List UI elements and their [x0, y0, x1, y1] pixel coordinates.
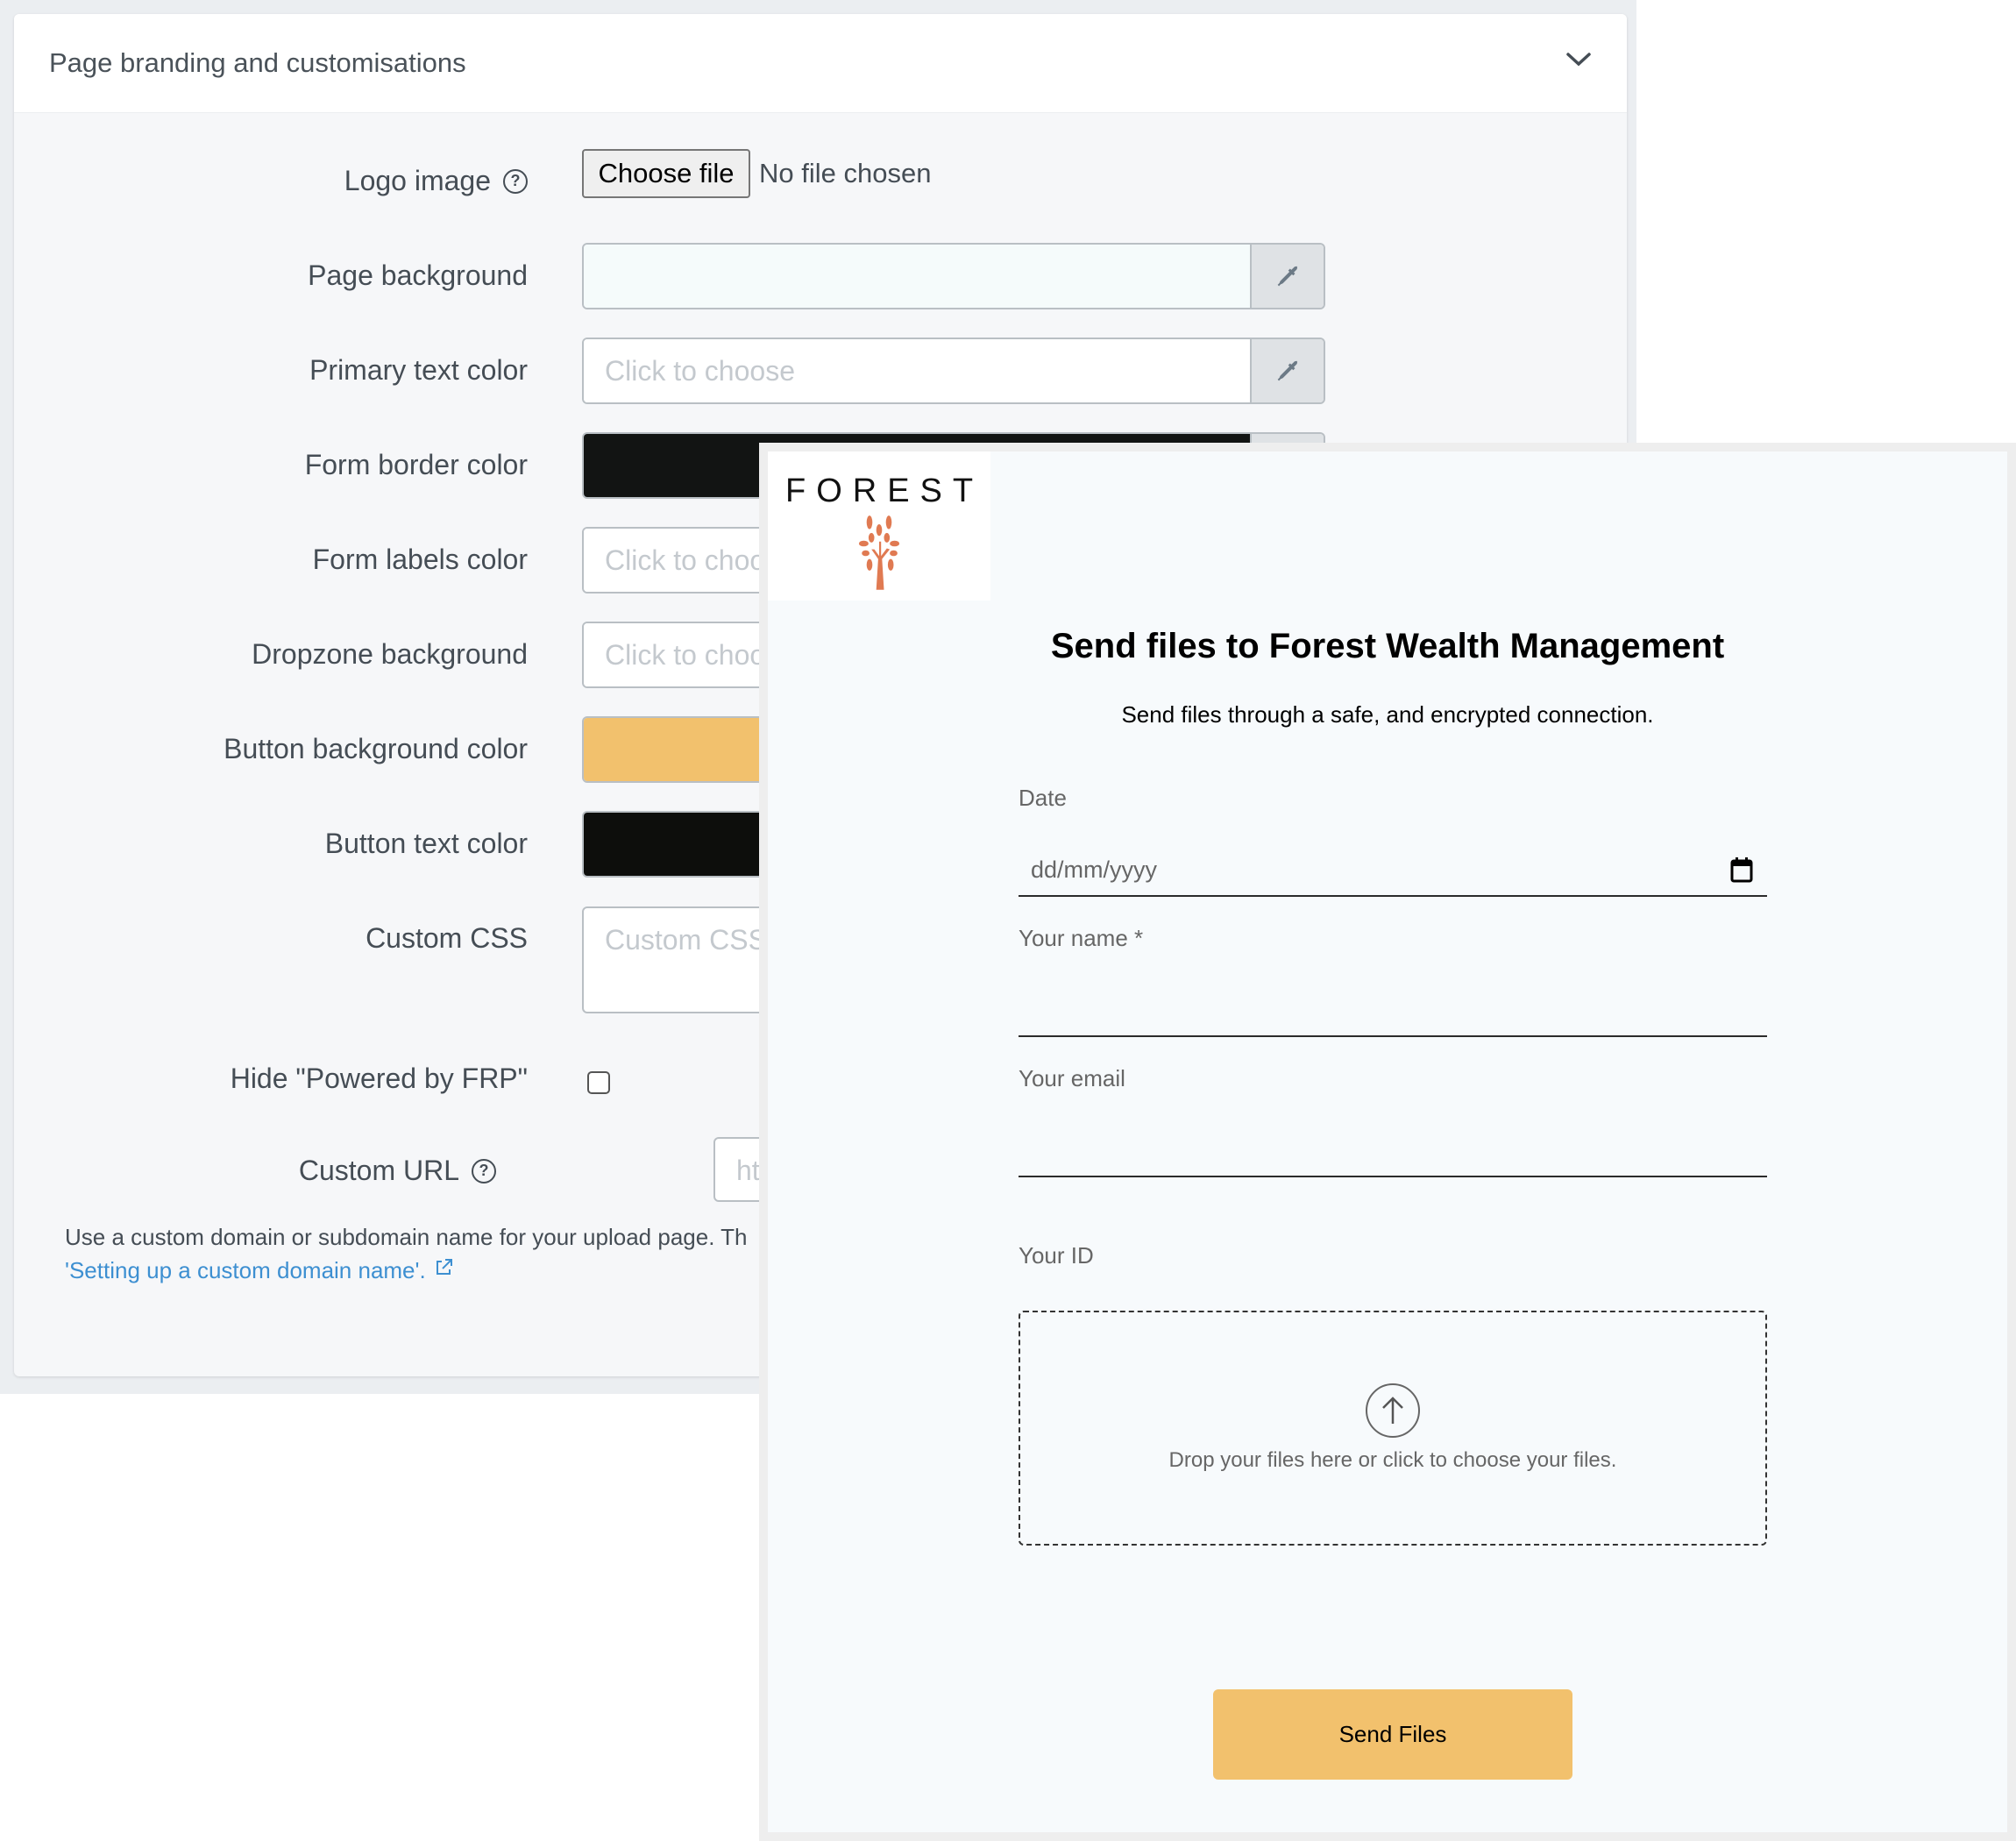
dropzone-background-label: Dropzone background — [252, 638, 528, 670]
logo-image-label-text: Logo image — [344, 165, 491, 196]
date-input-underline — [1019, 895, 1767, 897]
form-labels-color-label: Form labels color — [312, 544, 528, 575]
custom-url-label: Custom URL ? — [299, 1155, 496, 1187]
dropzone-text: Drop your files here or click to choose … — [1168, 1448, 1617, 1472]
date-label: Date — [1019, 785, 1067, 811]
hide-powered-label: Hide "Powered by FRP" — [230, 1063, 528, 1094]
page-background-field[interactable] — [584, 245, 1250, 308]
help-text-line: Use a custom domain or subdomain name fo… — [65, 1224, 748, 1250]
file-status: No file chosen — [759, 158, 932, 188]
panel-header[interactable]: Page branding and customisations — [14, 14, 1627, 113]
preview-title: Send files to Forest Wealth Management — [1050, 627, 1725, 665]
custom-domain-link[interactable]: 'Setting up a custom domain name'. — [65, 1257, 426, 1283]
preview-subtitle: Send files through a safe, and encrypted… — [1121, 701, 1654, 728]
primary-text-color-label: Primary text color — [309, 354, 528, 386]
help-link-line[interactable]: 'Setting up a custom domain name'. — [65, 1254, 748, 1287]
custom-css-label: Custom CSS — [366, 922, 528, 954]
page-background-label: Page background — [308, 259, 528, 291]
eyedropper-icon — [1277, 265, 1298, 287]
help-icon[interactable]: ? — [503, 168, 528, 194]
logo-wordmark: FOREST — [785, 473, 984, 509]
email-input-underline[interactable] — [1019, 1176, 1767, 1177]
upload-page-preview: FOREST Send files to Forest Wealth Manag… — [759, 443, 2016, 1841]
section-title: Page branding and customisations — [49, 47, 466, 78]
name-input-underline[interactable] — [1019, 1035, 1767, 1037]
file-dropzone[interactable]: Drop your files here or click to choose … — [1019, 1311, 1767, 1546]
primary-text-color-input[interactable]: Click to choose — [582, 338, 1325, 404]
page-background-input[interactable] — [582, 243, 1325, 309]
eyedropper-button[interactable] — [1250, 245, 1324, 308]
button-text-color-label: Button text color — [324, 828, 528, 859]
upload-arrow-icon — [1366, 1383, 1420, 1438]
email-label: Your email — [1019, 1065, 1125, 1091]
form-border-color-label: Form border color — [304, 449, 528, 480]
eyedropper-icon — [1277, 359, 1298, 381]
custom-url-label-text: Custom URL — [298, 1155, 459, 1186]
custom-url-help: Use a custom domain or subdomain name fo… — [65, 1220, 748, 1287]
external-link-icon — [436, 1259, 452, 1275]
calendar-icon[interactable] — [1730, 857, 1753, 883]
chevron-down-icon[interactable] — [1565, 51, 1592, 68]
send-files-button[interactable]: Send Files — [1213, 1689, 1572, 1780]
id-label: Your ID — [1019, 1242, 1094, 1269]
choose-file-button[interactable]: Choose file — [582, 149, 750, 198]
preview-content: FOREST Send files to Forest Wealth Manag… — [768, 451, 2007, 1832]
button-background-color-label: Button background color — [224, 733, 528, 764]
primary-text-color-field[interactable]: Click to choose — [584, 339, 1250, 402]
date-input[interactable]: dd/mm/yyyy — [1031, 857, 1157, 884]
blank-area — [1636, 0, 2016, 443]
help-icon[interactable]: ? — [472, 1158, 496, 1184]
name-label: Your name * — [1019, 925, 1144, 951]
hide-powered-checkbox[interactable] — [587, 1071, 610, 1094]
logo-image-label: Logo image ? — [344, 165, 528, 197]
tree-icon — [858, 515, 900, 590]
company-logo: FOREST — [768, 451, 990, 601]
eyedropper-button[interactable] — [1250, 339, 1324, 402]
